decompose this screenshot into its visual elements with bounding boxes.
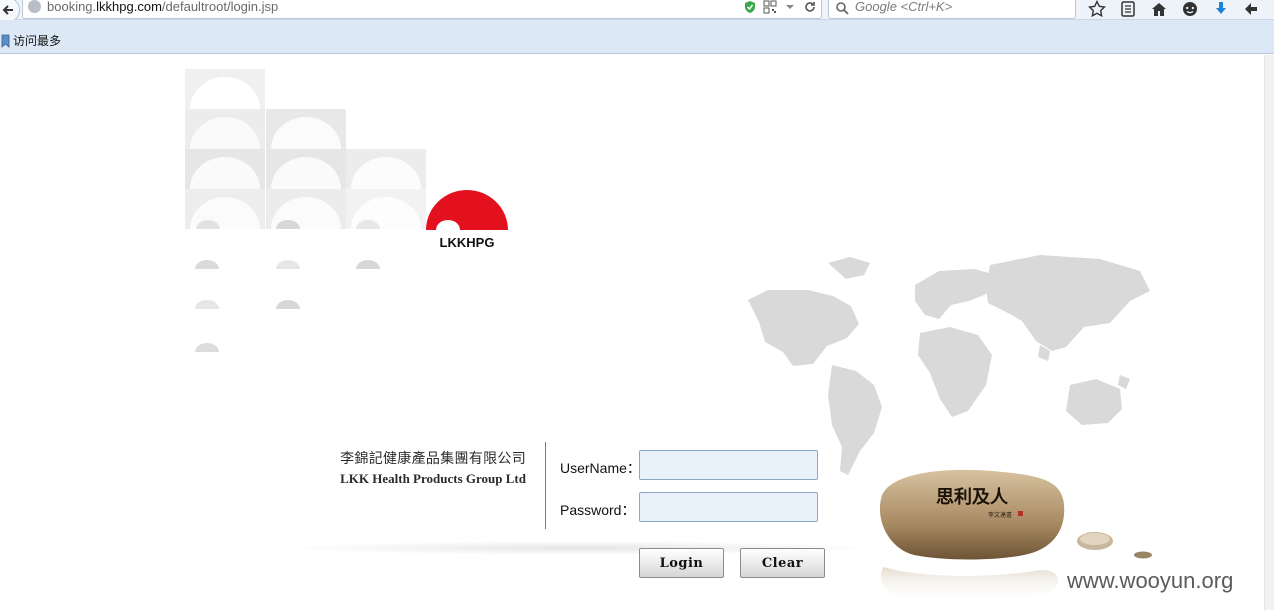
password-field[interactable] — [639, 492, 818, 522]
home-icon[interactable] — [1150, 0, 1168, 18]
company-name-block: 李錦記健康產品集團有限公司 LKK Health Products Group … — [306, 448, 526, 487]
bookmark-label: 访问最多 — [13, 34, 62, 48]
company-name-cn: 李錦記健康產品集團有限公司 — [340, 451, 526, 467]
search-placeholder: Google <Ctrl+K> — [855, 0, 953, 14]
username-label: UserName： — [560, 460, 641, 476]
qr-code-icon[interactable] — [763, 0, 777, 14]
back-arrow-icon — [2, 5, 13, 15]
username-field[interactable] — [639, 450, 818, 480]
vertical-scrollbar[interactable] — [1264, 55, 1274, 610]
bookmark-folder-icon — [1, 34, 10, 48]
watermark-text: www.wooyun.org — [1067, 568, 1234, 593]
reload-icon[interactable] — [803, 0, 817, 13]
shield-check-icon[interactable] — [743, 0, 757, 13]
vertical-divider — [545, 442, 546, 529]
bookmark-most-visited[interactable]: 访问最多 — [0, 32, 61, 49]
search-bar[interactable]: Google <Ctrl+K> — [828, 0, 1076, 19]
chevron-down-icon[interactable] — [783, 0, 797, 13]
password-label: Password： — [560, 502, 636, 518]
logo-text: LKKHPG — [440, 235, 495, 250]
browser-toolbar: booking.lkkhpg.com/defaultroot/login.jsp… — [0, 0, 1274, 23]
star-bookmark-icon[interactable] — [1087, 0, 1107, 18]
download-icon[interactable] — [1212, 0, 1230, 18]
company-name-en: LKK Health Products Group Ltd — [340, 471, 526, 486]
reading-list-icon[interactable] — [1119, 0, 1137, 18]
svg-text:思利及人: 思利及人 — [936, 486, 1009, 508]
url-text: booking.lkkhpg.com/defaultroot/login.jsp — [47, 0, 279, 14]
bookmarks-bar: 访问最多 — [0, 20, 1274, 54]
lkkhpg-logo: LKKHPG — [426, 190, 508, 250]
globe-icon — [28, 0, 41, 13]
clear-button[interactable]: Clear — [740, 548, 825, 578]
search-icon — [836, 2, 849, 15]
address-bar[interactable]: booking.lkkhpg.com/defaultroot/login.jsp — [22, 0, 822, 19]
back-history-icon[interactable] — [1243, 0, 1261, 18]
svg-text:李文達書: 李文達書 — [988, 511, 1012, 519]
login-button[interactable]: Login — [639, 548, 724, 578]
chat-icon[interactable] — [1181, 0, 1199, 18]
login-page: LKKHPG 李錦記健康產品集團有限公司 LKK Health Products… — [0, 55, 1274, 610]
